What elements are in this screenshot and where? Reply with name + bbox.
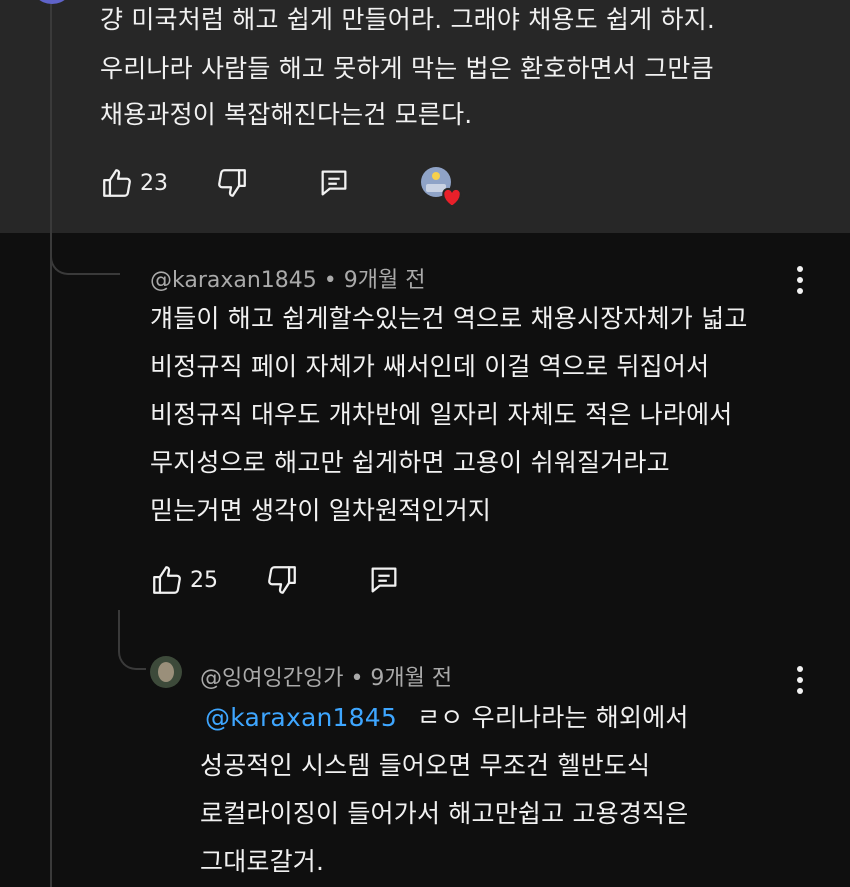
reply-1-line-3: 비정규직 대우도 개차반에 일자리 자체도 적은 나라에서 [150,400,733,429]
reply-1-time: • 9개월 전 [323,268,426,293]
creator-heart-icon [421,167,462,207]
reply-1-like-count: 25 [190,567,218,593]
thumbs-down-icon [218,169,246,197]
reply-1-line-1: 걔들이 해고 쉽게할수있는건 역으로 채용시장자체가 넓고 [150,304,748,333]
reply-1-line-2: 비정규직 페이 자체가 쌔서인데 이걸 역으로 뒤집어서 [150,352,710,381]
creator-heart-badge [420,166,466,208]
reply-2-avatar[interactable] [150,656,182,688]
reply-2-menu-button[interactable] [796,666,804,696]
reply-2-line-3: 로컬라이징이 들어가서 해고만쉽고 고용경직은 [200,799,689,828]
reply-2-line-1: @karaxan1845 ㄹㅇ 우리나라는 해외에서 [205,695,689,741]
parent-comment-line-3: 채용과정이 복잡해진다는건 모른다. [100,100,473,129]
reply-1-reply-button[interactable] [367,563,401,597]
parent-like-count: 23 [140,170,168,196]
thumbs-up-icon [153,566,181,594]
reply-1-handle[interactable]: @karaxan1845 [150,268,317,293]
reply-2-line-1-text: ㄹㅇ 우리나라는 해외에서 [417,703,689,732]
parent-reply-button[interactable] [317,166,351,200]
reply-1-line-5: 믿는거면 생각이 일차원적인거지 [150,496,492,525]
parent-like-button[interactable]: 23 [100,166,168,200]
reply-2-mention[interactable]: @karaxan1845 [205,703,397,732]
reply-1-like-button[interactable]: 25 [150,563,218,597]
reply-1-menu-button[interactable] [796,266,804,296]
thread-connector-reply-2 [118,610,146,670]
reply-2-line-2: 성공적인 시스템 들어오면 무조건 헬반도식 [200,751,651,780]
reply-2-handle[interactable]: @잉여잉간잉가 [200,666,343,691]
reply-comment-icon [321,170,347,196]
parent-comment-line-1: 걍 미국처럼 해고 쉽게 만들어라. 그래야 채용도 쉽게 하지. [100,5,716,34]
reply-1-dislike-button[interactable] [265,563,299,597]
thread-line [50,0,52,887]
reply-comment-icon [371,567,397,593]
parent-dislike-button[interactable] [215,166,249,200]
reply-2-line-4: 그대로갈거. [200,847,325,876]
reply-2-header: @잉여잉간잉가 • 9개월 전 [200,660,452,692]
reply-1-line-4: 무지성으로 해고만 쉽게하면 고용이 쉬워질거라고 [150,448,670,477]
thread-connector-reply-1 [50,233,120,275]
parent-comment-line-2: 우리나라 사람들 해고 못하게 막는 법은 환호하면서 그만큼 [100,54,714,83]
thumbs-up-icon [103,169,131,197]
reply-2-time: • 9개월 전 [350,666,453,691]
thumbs-down-icon [268,566,296,594]
reply-1-header: @karaxan1845 • 9개월 전 [150,262,425,294]
